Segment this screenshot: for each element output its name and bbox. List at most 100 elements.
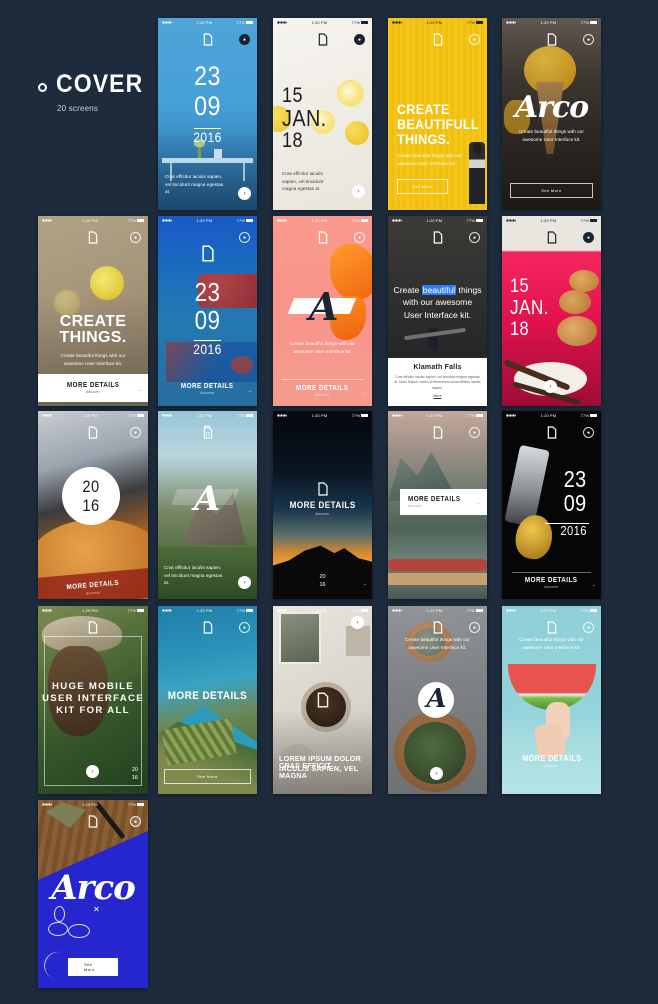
leaf-logo-icon	[317, 482, 329, 496]
status-bar: 1:20 PM 77%	[388, 216, 487, 225]
next-fab-button[interactable]: ›	[544, 380, 557, 393]
screen-card[interactable]: ✕ 1:20 PM 77% ● Arco See More	[38, 800, 148, 988]
screen-card[interactable]: 1:20 PM 77% ● Create beautiful things wi…	[388, 216, 487, 406]
status-time: 1:20 PM	[426, 19, 443, 25]
user-avatar-icon[interactable]: ●	[130, 427, 141, 438]
next-fab-button[interactable]: ›	[430, 767, 443, 780]
status-battery: 77%	[580, 19, 589, 25]
leaf-logo-icon	[432, 33, 443, 46]
user-avatar-icon[interactable]: ●	[469, 427, 480, 438]
screen-card[interactable]: 1:20 PM 77% ● A Create beautiful things …	[273, 216, 372, 406]
status-time: 1:20 PM	[311, 607, 328, 613]
status-battery: 77%	[466, 217, 475, 223]
next-fab-button[interactable]: ›	[86, 765, 99, 778]
next-fab-button[interactable]: ›	[238, 576, 251, 589]
user-avatar-icon[interactable]: ●	[130, 816, 141, 827]
user-avatar-icon[interactable]: ●	[583, 622, 594, 633]
arrow-right-icon[interactable]: →	[247, 388, 252, 394]
leaf-logo-icon	[546, 426, 557, 439]
arrow-right-icon[interactable]: →	[591, 582, 596, 588]
script-title: A	[309, 284, 339, 329]
user-avatar-icon[interactable]: ●	[239, 622, 250, 633]
more-details-bar[interactable]: MORE DETAILS discover →	[38, 374, 148, 402]
arrow-right-icon[interactable]: →	[591, 761, 596, 767]
see-more-button[interactable]: See More	[397, 179, 448, 194]
status-time: 1:20 PM	[311, 19, 328, 25]
user-avatar-icon[interactable]: ●	[239, 34, 250, 45]
screen-card[interactable]: 1:20 PM 77% HUGE MOBILE USER INTERFACE K…	[38, 606, 148, 794]
more-details-title: MORE DETAILS	[296, 384, 349, 392]
leaf-logo-icon	[432, 231, 443, 244]
user-avatar-icon[interactable]: ●	[130, 232, 141, 243]
status-battery: 77%	[236, 19, 245, 25]
screens-grid: 1:20 PM 77% ● 23 09 2016 Cras efficitur …	[0, 0, 658, 1004]
status-bar: 1:20 PM 77%	[502, 606, 601, 615]
script-title: A	[194, 479, 220, 519]
headline-highlight: beautiful	[421, 285, 457, 295]
more-details-bar[interactable]: MORE DETAILS discover →	[502, 752, 601, 770]
screen-card[interactable]: 1:20 PM 77% ● Create beautiful things wi…	[388, 606, 487, 794]
next-fab-button[interactable]: ›	[351, 616, 364, 629]
screen-card[interactable]: 1:20 PM 77% ● CREATE BEAUTIFULL THINGS. …	[388, 18, 487, 210]
arrow-right-icon[interactable]: →	[362, 581, 367, 587]
status-bar: 1:20 PM 77%	[158, 216, 257, 225]
user-avatar-icon[interactable]: ●	[469, 622, 480, 633]
status-time: 1:20 PM	[196, 217, 213, 223]
bottom-date: 20 16	[319, 573, 326, 588]
see-more-button[interactable]: See More	[510, 183, 593, 198]
user-avatar-icon[interactable]: ●	[354, 232, 365, 243]
user-avatar-icon[interactable]: ●	[469, 232, 480, 243]
status-bar: 1:20 PM 77%	[158, 606, 257, 615]
more-details-title: MORE DETAILS	[289, 500, 356, 511]
leaf-logo-icon	[88, 815, 99, 828]
status-battery: 77%	[236, 217, 245, 223]
headline-before: Create	[393, 285, 422, 295]
more-details-card[interactable]: MORE DETAILS discover →	[400, 489, 487, 515]
screen-card[interactable]: 1:20 PM 77% 20 16 A Cras efficitur iaculi…	[158, 411, 257, 599]
script-title: A	[426, 684, 446, 714]
screen-card[interactable]: 1:20 PM 77% ● 23 09 2016 MORE DETAILS di…	[158, 216, 257, 406]
date-line-2: JAN.	[510, 297, 549, 319]
leaf-logo-icon	[202, 33, 213, 46]
screen-card[interactable]: 1:20 PM 77% ● Arco Create beautiful thin…	[502, 18, 601, 210]
screen-card[interactable]: 1:20 PM 77% ● CREATE THINGS. Create beau…	[38, 216, 148, 406]
next-fab-button[interactable]: ›	[352, 185, 365, 198]
next-fab-button[interactable]: ›	[238, 187, 251, 200]
more-details-bar[interactable]: MORE DETAILS discover →	[273, 382, 372, 400]
arrow-right-icon[interactable]: →	[137, 387, 142, 393]
screen-card[interactable]: 1:20 PM 77% ● 15 JAN. 18 ›	[502, 216, 601, 406]
status-battery: 77%	[236, 607, 245, 613]
status-bar: 1:20 PM 77%	[388, 18, 487, 27]
more-details-bar[interactable]: MORE DETAILS discover →	[158, 380, 257, 398]
screen-card[interactable]: 1:20 PM 77% ● MORE DETAILS See More	[158, 606, 257, 794]
screen-card[interactable]: 1:20 PM 77% › LOREM IPSUM DOLOR CRAS EFF…	[273, 606, 372, 794]
user-avatar-icon[interactable]: ●	[239, 232, 250, 243]
arrow-right-icon[interactable]: →	[475, 500, 480, 506]
body-text: Create beautiful things with our awesome…	[290, 341, 355, 354]
leaf-logo-icon	[200, 245, 215, 262]
user-avatar-icon[interactable]: ●	[583, 232, 594, 243]
screen-card[interactable]: 1:20 PM 77% ● 23 09 2016 MORE DETAILS di…	[502, 411, 601, 599]
screen-card[interactable]: 1:20 PM 77% ● Create beautiful things wi…	[502, 606, 601, 794]
user-avatar-icon[interactable]: ●	[354, 34, 365, 45]
see-more-button[interactable]: See More	[164, 769, 251, 784]
status-battery: 77%	[466, 607, 475, 613]
circle-date-top: 20	[82, 477, 100, 496]
more-details-bar[interactable]: MORE DETAILS discover →	[502, 575, 601, 591]
card-more-link[interactable]: More	[433, 394, 441, 398]
see-more-button[interactable]: See More	[68, 958, 118, 976]
user-avatar-icon[interactable]: ●	[469, 34, 480, 45]
user-avatar-icon[interactable]: ●	[583, 34, 594, 45]
arrow-right-icon[interactable]: →	[362, 390, 367, 396]
date-line-3: 18	[282, 129, 303, 152]
screen-card[interactable]: 1:20 PM 77% ● 20 16 MORE DETAILS discove…	[38, 411, 148, 599]
info-card[interactable]: Klamath Falls Cras efficitur iaculis sap…	[388, 358, 487, 406]
screen-card[interactable]: 1:20 PM 77% MORE DETAILS discover 20 16 →	[273, 411, 372, 599]
user-avatar-icon[interactable]: ●	[583, 427, 594, 438]
date-day: 23	[194, 61, 221, 91]
screen-card[interactable]: 1:20 PM 77% ● MORE DETAILS discover →	[388, 411, 487, 599]
screen-card[interactable]: 1:20 PM 77% ● 23 09 2016 Cras efficitur …	[158, 18, 257, 210]
status-time: 1:20 PM	[311, 217, 328, 223]
screen-card[interactable]: 1:20 PM 77% ● 15 JAN. 18 Cras efficitur …	[273, 18, 372, 210]
more-details-bar[interactable]: MORE DETAILS discover	[273, 499, 372, 517]
